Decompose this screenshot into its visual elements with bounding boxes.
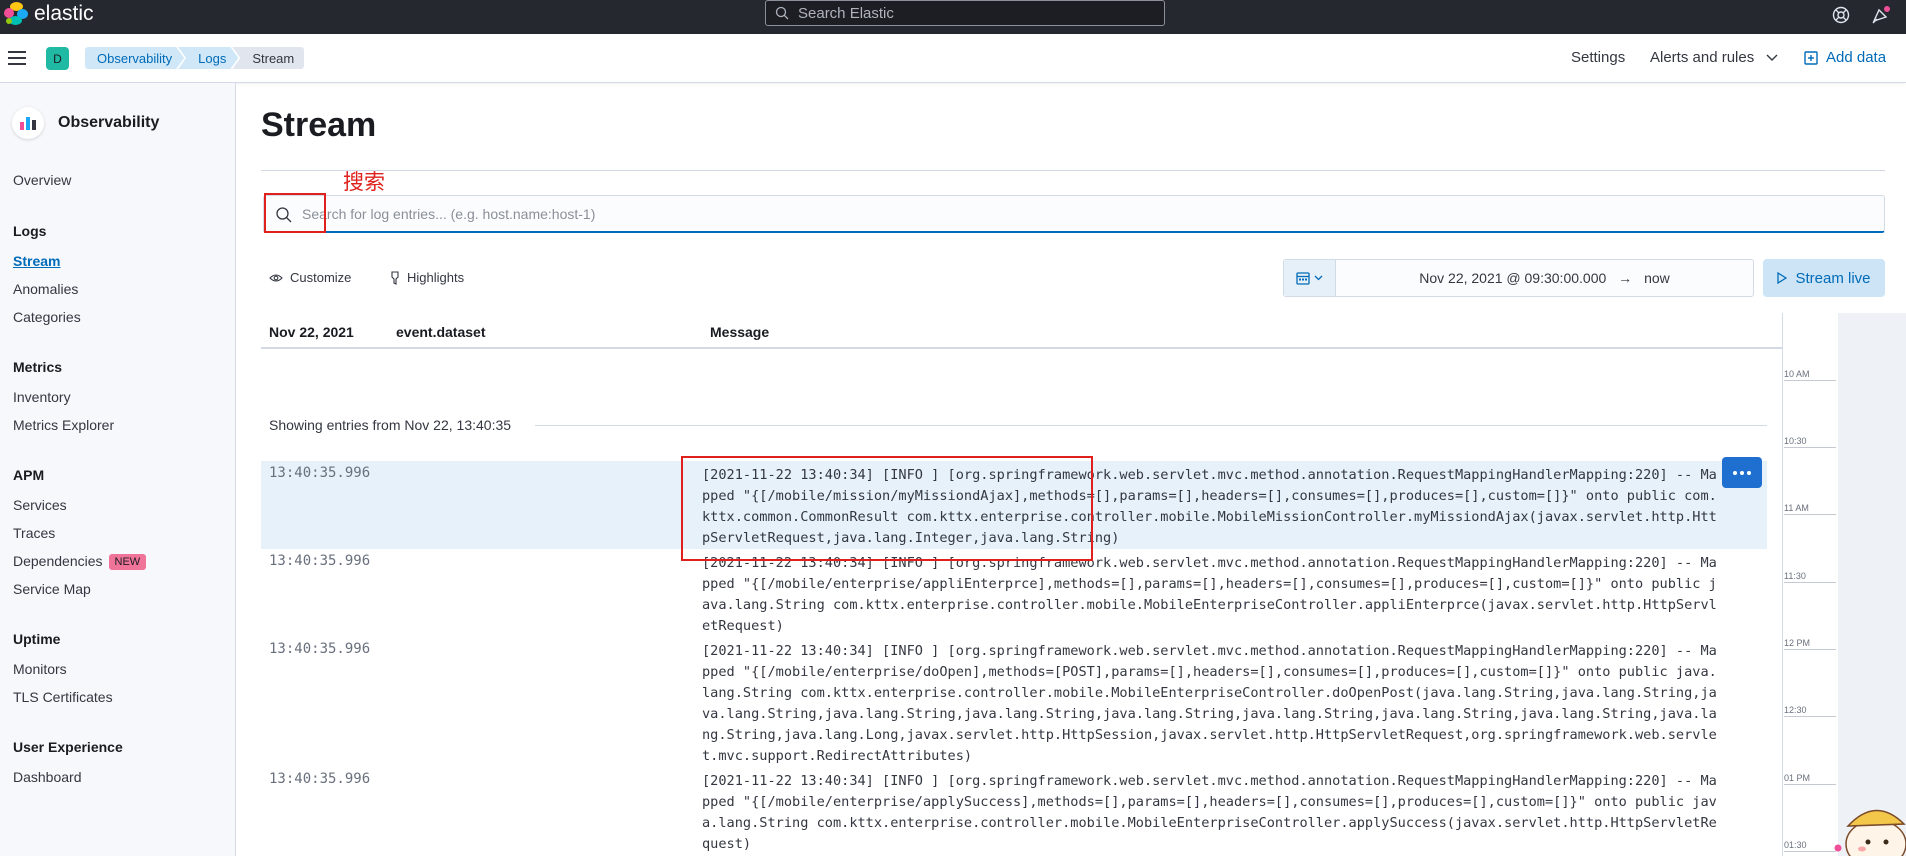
minimap-tick: 10:30 bbox=[1784, 436, 1836, 448]
row-actions-button[interactable] bbox=[1722, 457, 1762, 488]
title-divider bbox=[261, 170, 1885, 171]
space-avatar[interactable]: D bbox=[46, 47, 69, 70]
column-header-message: Message bbox=[710, 324, 770, 340]
sidebar-heading-uptime: Uptime bbox=[13, 631, 61, 647]
breadcrumb-observability[interactable]: Observability bbox=[85, 47, 184, 69]
sidebar-item-stream[interactable]: Stream bbox=[13, 253, 60, 269]
elastic-logo[interactable]: elastic bbox=[4, 2, 94, 26]
customize-button[interactable]: Customize bbox=[269, 270, 351, 285]
breadcrumb: Observability Logs Stream bbox=[85, 47, 305, 69]
add-data-icon bbox=[1804, 50, 1818, 65]
sidebar-item-inventory[interactable]: Inventory bbox=[13, 389, 71, 405]
calendar-icon bbox=[1296, 272, 1310, 285]
column-header-timestamp: Nov 22, 2021 bbox=[269, 324, 354, 340]
elastic-logo-icon bbox=[4, 2, 28, 26]
alerts-and-rules-menu[interactable]: Alerts and rules bbox=[1650, 49, 1778, 66]
sidebar-title-text: Observability bbox=[58, 114, 160, 131]
log-row-message: [2021-11-22 13:40:34] [INFO ] [org.sprin… bbox=[702, 773, 1717, 852]
column-header-divider bbox=[261, 347, 1783, 349]
minimap-tick: 01 PM bbox=[1784, 773, 1836, 785]
breadcrumb-logs[interactable]: Logs bbox=[178, 47, 238, 69]
sidebar-item-monitors[interactable]: Monitors bbox=[13, 661, 67, 677]
log-row-message: [2021-11-22 13:40:34] [INFO ] [org.sprin… bbox=[702, 643, 1717, 764]
global-search-placeholder: Search Elastic bbox=[798, 4, 894, 22]
minimap-tick: 12 PM bbox=[1784, 638, 1836, 650]
sidebar-heading-logs: Logs bbox=[13, 223, 47, 239]
breadcrumb-stream: Stream bbox=[232, 47, 305, 69]
date-quick-menu-button[interactable] bbox=[1284, 260, 1336, 296]
highlights-button[interactable]: Highlights bbox=[390, 270, 464, 285]
help-icon[interactable] bbox=[1829, 3, 1853, 27]
date-start[interactable]: Nov 22, 2021 @ 09:30:00.000 bbox=[1419, 270, 1606, 286]
alerts-and-rules-label: Alerts and rules bbox=[1650, 49, 1755, 66]
app-header: D Observability Logs Stream Settings Ale… bbox=[0, 34, 1906, 83]
minimap-tick: 11 AM bbox=[1784, 503, 1836, 515]
observability-icon bbox=[12, 107, 44, 139]
sidebar-item-categories[interactable]: Categories bbox=[13, 309, 81, 325]
newsfeed-icon[interactable] bbox=[1869, 3, 1893, 27]
date-range-display[interactable]: Nov 22, 2021 @ 09:30:00.000 → now bbox=[1336, 270, 1753, 286]
sidebar-item-dependencies[interactable]: Dependencies NEW bbox=[13, 553, 147, 570]
minimap-tick: 11:30 bbox=[1784, 571, 1836, 583]
customize-label: Customize bbox=[290, 270, 352, 285]
global-search-input[interactable]: Search Elastic bbox=[765, 0, 1165, 26]
minimap-tick: 12:30 bbox=[1784, 705, 1836, 717]
log-row-message: [2021-11-22 13:40:34] [INFO ] [org.sprin… bbox=[702, 555, 1717, 634]
eye-icon bbox=[269, 273, 283, 282]
annotation-label: 搜索 bbox=[343, 171, 385, 194]
sidebar-item-metrics-explorer[interactable]: Metrics Explorer bbox=[13, 417, 114, 433]
sidebar-item-traces[interactable]: Traces bbox=[13, 525, 55, 541]
global-header: elastic Search Elastic bbox=[0, 0, 1906, 34]
sidebar: Observability Overview Logs Stream Anoma… bbox=[0, 83, 236, 856]
sidebar-item-service-map[interactable]: Service Map bbox=[13, 581, 91, 597]
sidebar-item-dashboard[interactable]: Dashboard bbox=[13, 769, 82, 785]
log-row-time: 13:40:35.996 bbox=[269, 465, 371, 481]
sidebar-item-tls-certificates[interactable]: TLS Certificates bbox=[13, 689, 113, 705]
log-row[interactable]: 13:40:35.996 [2021-11-22 13:40:34] [INFO… bbox=[261, 637, 1767, 767]
stream-live-label: Stream live bbox=[1795, 269, 1871, 287]
add-data-label: Add data bbox=[1826, 49, 1887, 66]
date-end[interactable]: now bbox=[1644, 270, 1670, 286]
sidebar-item-services[interactable]: Services bbox=[13, 497, 67, 513]
new-badge: NEW bbox=[108, 554, 147, 570]
date-picker: Nov 22, 2021 @ 09:30:00.000 → now bbox=[1283, 259, 1754, 297]
log-row[interactable]: 13:40:35.996 [2021-11-22 13:40:34] [INFO… bbox=[261, 549, 1767, 637]
chevron-down-icon bbox=[1314, 275, 1323, 281]
chevron-down-icon bbox=[1766, 54, 1778, 61]
stream-live-button[interactable]: Stream live bbox=[1763, 259, 1885, 297]
page-title: Stream bbox=[261, 106, 377, 144]
annotation-box-search-icon bbox=[264, 193, 326, 233]
sidebar-heading-apm: APM bbox=[13, 467, 45, 483]
log-row[interactable]: 13:40:35.996 [2021-11-22 13:40:34] [INFO… bbox=[261, 767, 1767, 856]
showing-divider bbox=[535, 425, 1767, 426]
settings-link[interactable]: Settings bbox=[1571, 49, 1625, 66]
highlights-label: Highlights bbox=[407, 270, 465, 285]
minimap-tick: 01:30 bbox=[1784, 840, 1836, 852]
minimap-tick: 10 AM bbox=[1784, 369, 1836, 381]
log-row-time: 13:40:35.996 bbox=[269, 641, 371, 657]
sidebar-heading-metrics: Metrics bbox=[13, 359, 63, 375]
sidebar-item-dependencies-label: Dependencies bbox=[13, 553, 103, 569]
column-header-event-dataset: event.dataset bbox=[396, 324, 486, 340]
search-icon bbox=[775, 6, 789, 20]
log-search-input[interactable]: Search for log entries... (e.g. host.nam… bbox=[263, 195, 1885, 233]
highlighter-icon bbox=[391, 270, 399, 285]
date-arrow-icon: → bbox=[1618, 270, 1633, 286]
log-search-placeholder: Search for log entries... (e.g. host.nam… bbox=[302, 205, 596, 222]
sidebar-item-overview[interactable]: Overview bbox=[13, 172, 71, 188]
log-row-time: 13:40:35.996 bbox=[269, 553, 371, 569]
mascot-sticker-icon bbox=[1834, 809, 1906, 856]
elastic-logo-text: elastic bbox=[34, 2, 94, 25]
annotation-box-log-message bbox=[681, 456, 1093, 561]
sidebar-title: Observability bbox=[12, 107, 159, 139]
play-icon bbox=[1777, 272, 1788, 284]
add-data-link[interactable]: Add data bbox=[1804, 49, 1886, 66]
log-row-time: 13:40:35.996 bbox=[269, 771, 371, 787]
showing-entries-text: Showing entries from Nov 22, 13:40:35 bbox=[269, 417, 512, 433]
menu-icon[interactable] bbox=[8, 51, 26, 65]
sidebar-item-anomalies[interactable]: Anomalies bbox=[13, 281, 78, 297]
sidebar-heading-user-experience: User Experience bbox=[13, 739, 123, 755]
